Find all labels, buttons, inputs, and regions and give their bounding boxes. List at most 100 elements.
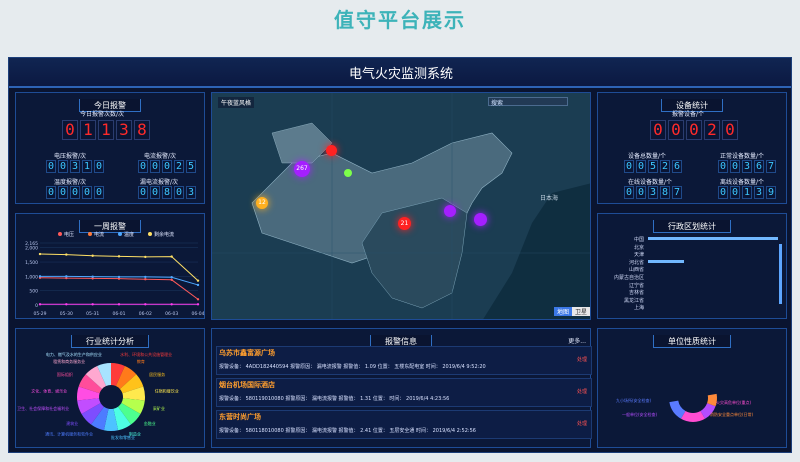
- digit: 0: [722, 120, 738, 140]
- data-point: [196, 279, 200, 282]
- scrollbar[interactable]: [779, 244, 782, 304]
- ring-segment[interactable]: [681, 410, 705, 422]
- industry-pie-chart: 水利、环境和公共设施管理业教育居民服务住宿和餐饮业采矿业金融业制造业批发和零售业…: [17, 351, 179, 440]
- data-point: [117, 303, 121, 306]
- ring-label: 消防安全重点单位(日常): [710, 411, 754, 417]
- alarm-row[interactable]: 烟台机场国际酒店 报警设备： 580119010080 报警原因： 漏电流报警 …: [216, 378, 592, 407]
- digit: 0: [624, 160, 634, 173]
- region-bar-row[interactable]: 上海: [606, 304, 776, 312]
- map-marker[interactable]: [444, 205, 456, 217]
- week-alarm-panel: 一周报警 电压 电流 温度 剩余电流 2,165 2,000 1,500 1,000 500 0 0…: [15, 213, 205, 319]
- digit: 3: [648, 186, 658, 199]
- digit: 3: [742, 160, 752, 173]
- ring-label: 火灾高危单位(重点): [716, 399, 752, 405]
- digit: 0: [718, 160, 728, 173]
- handle-button[interactable]: 处理: [577, 356, 587, 363]
- data-point: [170, 276, 173, 279]
- pie-label: 文化、体育、娱乐业: [31, 388, 67, 394]
- digit: 0: [668, 120, 684, 140]
- alarm-row[interactable]: 乌苏市鑫富源广场 报警设备： 4ADD18244059​4 报警原因： 漏电流报…: [216, 346, 592, 375]
- data-point: [144, 303, 147, 306]
- digit: 1: [82, 160, 92, 173]
- legend-label[interactable]: 电流: [94, 231, 104, 238]
- x-tick-label: 06-03: [165, 311, 178, 317]
- voltage-alarm-label: 电压报警/次: [54, 153, 87, 160]
- map-point[interactable]: [344, 169, 352, 177]
- digit: 0: [624, 186, 634, 199]
- legend-marker[interactable]: [58, 232, 62, 236]
- more-link[interactable]: 更多...: [568, 336, 586, 345]
- region-bar-row[interactable]: 辽宁省: [606, 282, 776, 289]
- alarm-details: 报警设备： 580119010080 报警原因： 漏电流报警 报警值： 1.31…: [219, 396, 450, 402]
- region-bar-row[interactable]: 山西省: [606, 266, 776, 274]
- map-panel[interactable]: 午夜蓝风格 搜索 日本海 地图 卫星 267 12 21: [211, 92, 591, 320]
- alarm-device-counter: 00020: [650, 120, 738, 140]
- digit: 0: [174, 186, 184, 199]
- region-bar-row[interactable]: 内蒙古自治区: [606, 274, 776, 281]
- y-tick-label: 500: [29, 289, 38, 295]
- alarm-site-name: 烟台机场国际酒店: [219, 381, 275, 389]
- digit: 0: [82, 186, 92, 199]
- offline-device-counter: 00139: [718, 186, 776, 199]
- pie-label: 批发和零售业: [111, 434, 135, 440]
- legend-marker[interactable]: [88, 232, 92, 236]
- total-device-label: 设备总数量/个: [628, 153, 667, 160]
- china-map[interactable]: [212, 93, 591, 320]
- alarm-device-label: 报警设备/个: [672, 111, 705, 118]
- digit: 2: [660, 160, 670, 173]
- region-bar-row[interactable]: 北京: [606, 244, 776, 251]
- x-tick-label: 06-02: [139, 311, 152, 317]
- data-point: [38, 275, 42, 278]
- pie-label: 建筑业: [66, 420, 78, 426]
- data-point: [144, 255, 147, 259]
- map-marker[interactable]: 21: [398, 217, 411, 230]
- region-bar-row[interactable]: 天津: [606, 251, 776, 258]
- map-marker[interactable]: [474, 213, 487, 226]
- handle-button[interactable]: 处理: [577, 388, 587, 395]
- map-marker[interactable]: [326, 145, 337, 156]
- legend-marker[interactable]: [148, 232, 152, 236]
- data-point: [65, 253, 68, 256]
- digit: 0: [150, 186, 160, 199]
- satellite-view-button[interactable]: 卫星: [572, 307, 590, 316]
- legend-marker[interactable]: [118, 232, 122, 236]
- pie-label: 采矿业: [153, 405, 165, 411]
- region-bar-row[interactable]: 中国: [606, 236, 778, 243]
- digit: 0: [730, 160, 740, 173]
- map-style-label[interactable]: 午夜蓝风格: [218, 97, 255, 108]
- region-bar-row[interactable]: 吉林省: [606, 289, 776, 296]
- digit: 2: [704, 120, 720, 140]
- x-tick-label: 05-30: [60, 311, 73, 317]
- data-point: [170, 278, 173, 281]
- digit: 3: [754, 186, 764, 199]
- data-point: [91, 254, 94, 257]
- alarm-details: 报警设备： 580118010080 报警原因： 漏电流报警 报警值： 2.41…: [219, 428, 476, 434]
- total-alarm-counter: 01138: [62, 120, 150, 140]
- map-view-button[interactable]: 地图: [554, 307, 573, 316]
- x-tick-label: 06-04: [191, 311, 204, 317]
- region-label: 上海: [633, 305, 644, 312]
- online-device-counter: 00387: [624, 186, 682, 199]
- data-point: [170, 303, 173, 306]
- data-point: [38, 303, 42, 306]
- region-label: 辽宁省: [628, 282, 644, 289]
- total-device-counter: 00526: [624, 160, 682, 173]
- legend-label[interactable]: 温度: [124, 231, 134, 238]
- data-point: [196, 303, 200, 306]
- region-bar-row[interactable]: 黑龙江省: [606, 297, 776, 304]
- alarm-row[interactable]: 东营时尚广场 报警设备： 580118010080 报警原因： 漏电流报警 报警…: [216, 410, 592, 439]
- map-marker[interactable]: 12: [256, 197, 268, 209]
- data-point: [65, 303, 68, 306]
- data-point: [196, 298, 200, 301]
- top-bar: 电气火灾监测系统: [9, 58, 791, 88]
- region-panel: 行政区划统计 中国 北京 天津 河北省 山西省 内蒙古自治区 辽宁省 吉林省 黑龙江省 上海: [597, 213, 787, 319]
- region-label: 山西省: [628, 267, 644, 274]
- legend-label[interactable]: 电压: [64, 231, 74, 238]
- region-bar-row[interactable]: 河北省: [606, 259, 776, 266]
- ring-label: 一般单位(安全检查): [622, 411, 658, 417]
- week-alarm-line-chart: 电压 电流 温度 剩余电流2,1652,0001,5001,000500005-29 0…: [25, 231, 205, 317]
- legend-label[interactable]: 剩余电流: [154, 231, 174, 238]
- map-search-input[interactable]: 搜索: [488, 97, 568, 107]
- handle-button[interactable]: 处理: [577, 420, 587, 427]
- map-marker[interactable]: 267: [294, 161, 310, 177]
